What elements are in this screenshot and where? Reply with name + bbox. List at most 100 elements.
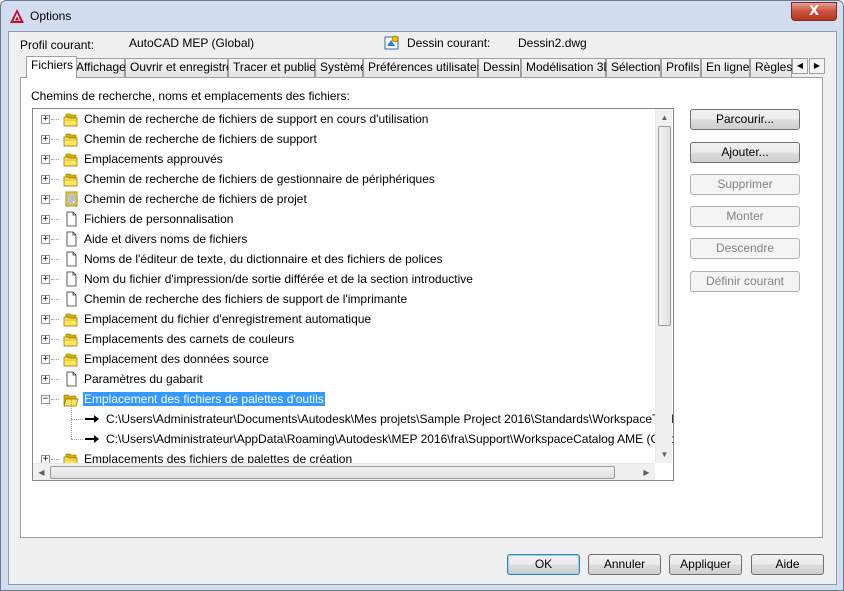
collapse-icon[interactable]: −: [41, 395, 50, 404]
supprimer-button[interactable]: Supprimer: [690, 174, 800, 195]
expand-icon[interactable]: +: [41, 335, 50, 344]
tree-connector: [51, 119, 59, 120]
arrow-right-icon: [85, 411, 101, 427]
annuler-button[interactable]: Annuler: [588, 554, 661, 575]
tree-node[interactable]: + Paramètres du gabarit: [33, 369, 655, 389]
tree-connector: [51, 379, 59, 380]
expand-icon[interactable]: +: [41, 215, 50, 224]
window-title: Options: [30, 9, 72, 23]
tree-node[interactable]: − Emplacement des fichiers de palettes d'…: [33, 389, 655, 409]
tab-systeme[interactable]: Système: [315, 58, 367, 77]
scroll-right-icon[interactable]: ▶: [638, 464, 655, 480]
aide-button[interactable]: Aide: [751, 554, 824, 575]
tree-connector: [51, 359, 59, 360]
tab-regles[interactable]: Règles: [750, 58, 792, 77]
tree-child-path[interactable]: C:\Users\Administrateur\AppData\Roaming\…: [33, 419, 673, 449]
tree-connector: [51, 239, 59, 240]
parcourir-button[interactable]: Parcourir...: [690, 109, 800, 130]
tree-connector: [51, 299, 59, 300]
expand-icon[interactable]: +: [41, 255, 50, 264]
tab-modelisation-3d[interactable]: Modélisation 3D: [521, 58, 612, 77]
file-path-tree[interactable]: + Chemin de recherche de fichiers de supp…: [32, 108, 674, 481]
vertical-scrollbar[interactable]: ▲ ▼: [655, 109, 672, 463]
tree-connector: [51, 259, 59, 260]
appliquer-button[interactable]: Appliquer: [669, 554, 742, 575]
scroll-up-icon[interactable]: ▲: [656, 109, 673, 126]
tree-node[interactable]: + Emplacements des carnets de couleurs: [33, 329, 655, 349]
tree-node-label: Emplacement du fichier d'enregistrement …: [84, 312, 372, 326]
expand-icon[interactable]: +: [41, 375, 50, 384]
tree-node-label: Chemin de recherche des fichiers de supp…: [84, 292, 408, 306]
horizontal-scrollbar[interactable]: ◀ ▶: [33, 463, 655, 480]
tree-node-label: Fichiers de personnalisation: [84, 212, 234, 226]
tab-affichage[interactable]: Affichage: [71, 58, 126, 77]
tree-node[interactable]: + Nom du fichier d'impression/de sortie d…: [33, 269, 655, 289]
horizontal-scroll-thumb[interactable]: [50, 466, 615, 479]
tree-node[interactable]: + Chemin de recherche de fichiers de supp…: [33, 109, 655, 129]
tree-node[interactable]: + Emplacement des données source: [33, 349, 655, 369]
expand-icon[interactable]: +: [41, 135, 50, 144]
title-bar[interactable]: Options X: [1, 1, 843, 31]
tree-node[interactable]: + Emplacement du fichier d'enregistrement…: [33, 309, 655, 329]
expand-icon[interactable]: +: [41, 155, 50, 164]
tab-scroll-left-icon[interactable]: ◀: [792, 58, 808, 74]
tree-connector: [71, 419, 72, 439]
expand-icon[interactable]: +: [41, 115, 50, 124]
tab-profils[interactable]: Profils: [661, 58, 701, 77]
tree-connector: [71, 399, 72, 419]
tree-node[interactable]: + Fichiers de personnalisation: [33, 209, 655, 229]
expand-icon[interactable]: +: [41, 195, 50, 204]
tree-node[interactable]: + Chemin de recherche des fichiers de sup…: [33, 289, 655, 309]
tab-selection[interactable]: Sélection: [606, 58, 661, 77]
tree-child-path[interactable]: C:\Users\Administrateur\Documents\Autode…: [33, 399, 673, 429]
tab-scroll-right-icon[interactable]: ▶: [809, 58, 825, 74]
tab-en-ligne[interactable]: En ligne: [701, 58, 750, 77]
tree-node-label: Emplacements des carnets de couleurs: [84, 332, 295, 346]
tab-ouvrir-enregistrer[interactable]: Ouvrir et enregistrer: [125, 58, 237, 77]
tree-connector: [51, 279, 59, 280]
scroll-down-icon[interactable]: ▼: [656, 446, 673, 463]
tree-connector: [51, 139, 59, 140]
document-icon: [63, 271, 79, 287]
tab-dessin[interactable]: Dessin: [478, 58, 521, 77]
monter-button[interactable]: Monter: [690, 206, 800, 227]
tree-node-label: Nom du fichier d'impression/de sortie di…: [84, 272, 473, 286]
folder-stack-icon: [63, 351, 79, 367]
ok-button[interactable]: OK: [507, 554, 580, 575]
tab-fichiers[interactable]: Fichiers: [26, 56, 77, 78]
scroll-left-icon[interactable]: ◀: [33, 464, 50, 480]
folder-stack-icon: [63, 171, 79, 187]
tree-node[interactable]: + Emplacements approuvés: [33, 149, 655, 169]
ajouter-button[interactable]: Ajouter...: [690, 142, 800, 163]
close-button[interactable]: X: [791, 2, 837, 21]
arrow-right-icon: [85, 431, 101, 447]
expand-icon[interactable]: +: [41, 175, 50, 184]
tree-connector: [51, 199, 59, 200]
expand-icon[interactable]: +: [41, 235, 50, 244]
tab-tracer-publier[interactable]: Tracer et publier: [228, 58, 320, 77]
expand-icon[interactable]: +: [41, 315, 50, 324]
folder-stack-icon: [63, 331, 79, 347]
drawing-value: Dessin2.dwg: [518, 36, 587, 50]
descendre-button[interactable]: Descendre: [690, 238, 800, 259]
autocad-logo-icon: [10, 9, 24, 23]
tree-connector: [51, 319, 59, 320]
tree-node[interactable]: + Noms de l'éditeur de texte, du dictionn…: [33, 249, 655, 269]
expand-icon[interactable]: +: [41, 275, 50, 284]
tree-connector: [51, 339, 59, 340]
tree-node[interactable]: + Aide et divers noms de fichiers: [33, 229, 655, 249]
tab-preferences-utilisateur[interactable]: Préférences utilisateur: [363, 58, 487, 77]
definir-courant-button[interactable]: Définir courant: [690, 271, 800, 292]
tree-connector: [51, 179, 59, 180]
tree-node-label: Aide et divers noms de fichiers: [84, 232, 248, 246]
vertical-scroll-thumb[interactable]: [658, 126, 671, 326]
expand-icon[interactable]: +: [41, 295, 50, 304]
tree-node[interactable]: + Chemin de recherche de fichiers de supp…: [33, 129, 655, 149]
tree-node[interactable]: + Chemin de recherche de fichiers de gest…: [33, 169, 655, 189]
tree-connector: [51, 399, 59, 400]
tree-node-label: Paramètres du gabarit: [84, 372, 203, 386]
tree-node[interactable]: + Chemin de recherche de fichiers de proj…: [33, 189, 655, 209]
tree-node-label: C:\Users\Administrateur\AppData\Roaming\…: [106, 432, 674, 446]
tree-connector: [71, 419, 83, 420]
expand-icon[interactable]: +: [41, 355, 50, 364]
